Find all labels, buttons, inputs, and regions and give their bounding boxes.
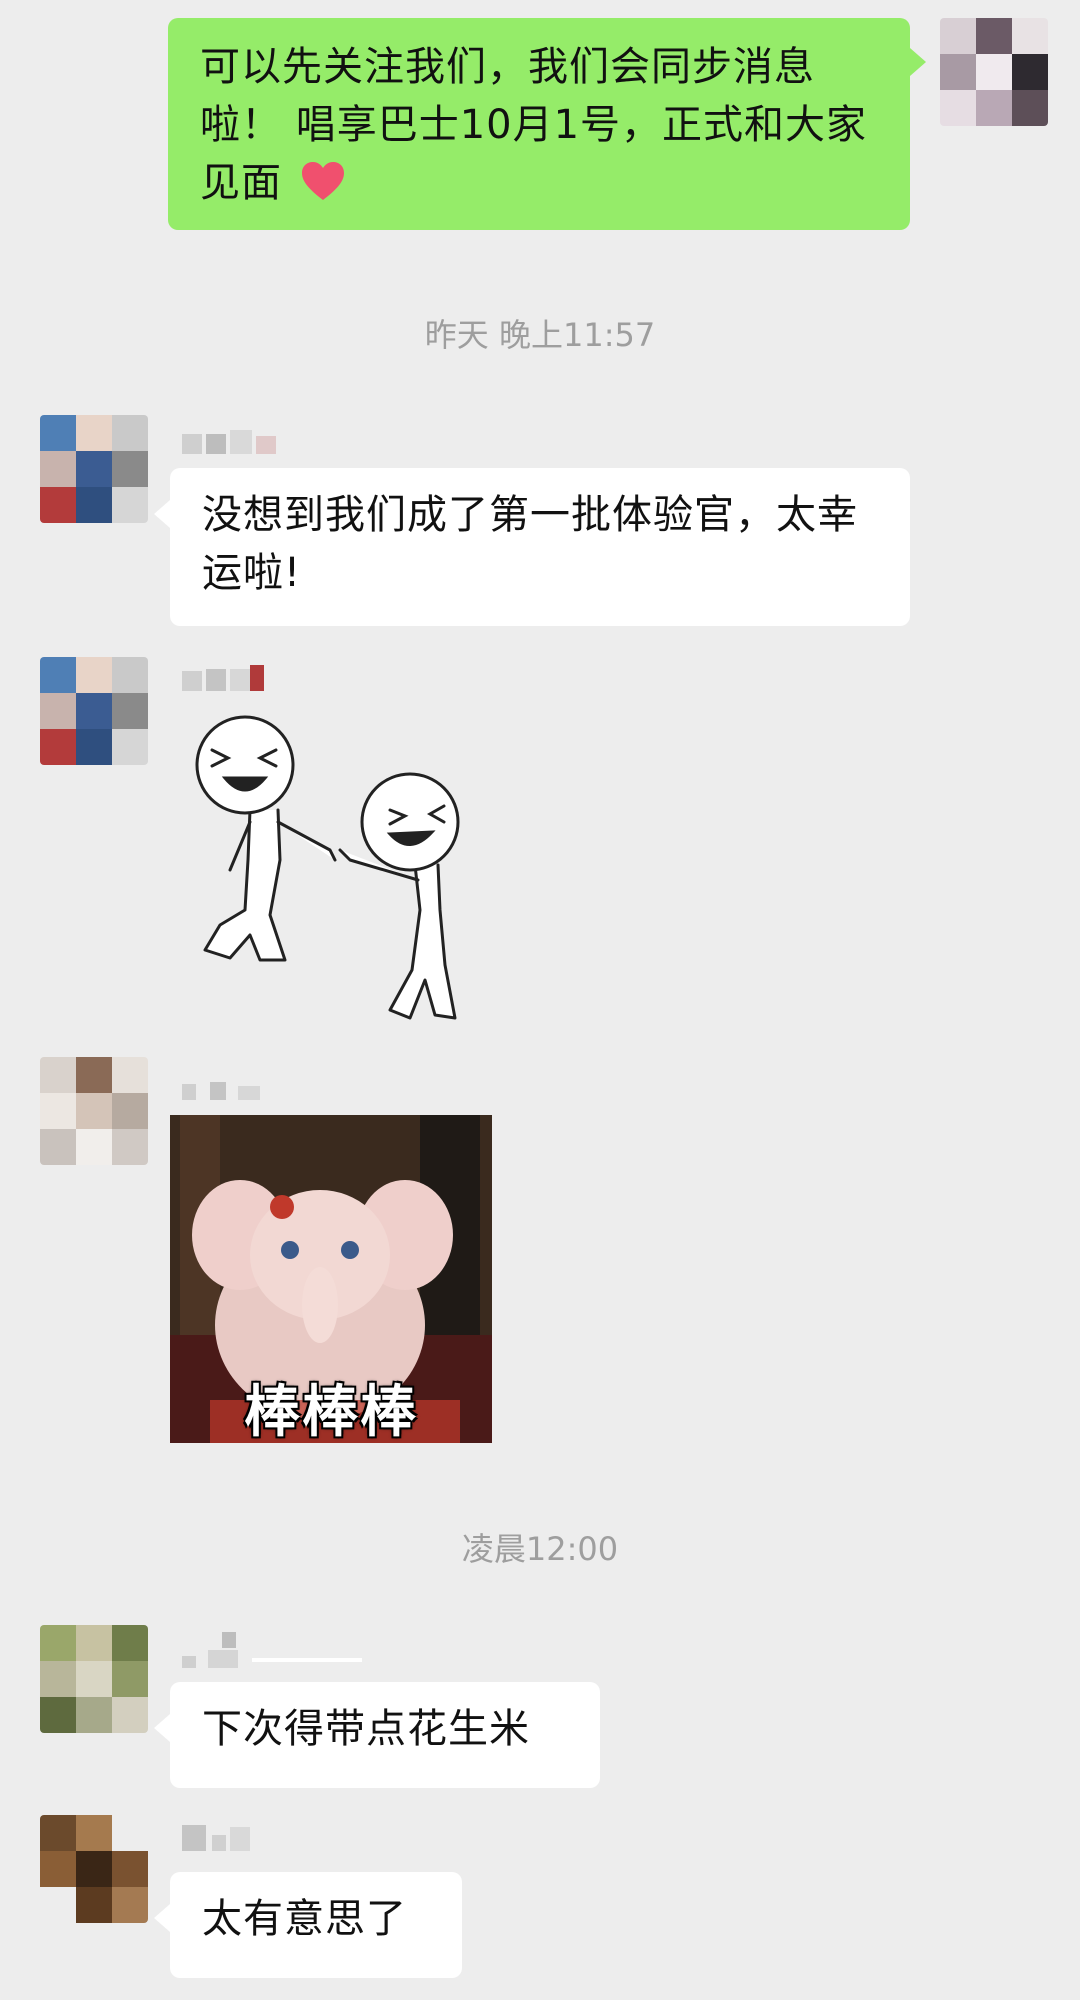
sender-name-blurred: [182, 430, 282, 456]
sender-name-blurred: [182, 665, 282, 691]
avatar-user-2[interactable]: [40, 1057, 148, 1165]
avatar-user-3[interactable]: [40, 1625, 148, 1733]
message-bubble[interactable]: 太有意思了: [170, 1872, 462, 1978]
dancing-stick-figures-sticker[interactable]: [190, 710, 480, 1040]
elephant-gif-sticker[interactable]: 棒棒棒: [170, 1115, 492, 1443]
bubble-tail: [910, 48, 926, 76]
bubble-tail: [154, 1714, 170, 1742]
sender-name-blurred: [182, 1080, 282, 1106]
bubble-tail: [154, 1904, 170, 1932]
message-bubble[interactable]: 下次得带点花生米: [170, 1682, 600, 1788]
message-bubble[interactable]: 没想到我们成了第一批体验官，太幸运啦!: [170, 468, 910, 626]
message-text: 没想到我们成了第一批体验官，太幸运啦!: [202, 492, 858, 596]
sticker-caption: 棒棒棒: [244, 1380, 418, 1443]
avatar-self[interactable]: [940, 18, 1048, 126]
avatar-user-4[interactable]: [40, 1815, 148, 1923]
timestamp: 凌晨12:00: [461, 1530, 619, 1568]
message-text: 下次得带点花生米: [202, 1706, 530, 1752]
heart-icon: [300, 160, 346, 202]
message-text: 太有意思了: [202, 1896, 407, 1942]
timestamp: 昨天 晚上11:57: [424, 316, 656, 354]
sender-name-blurred: [182, 1825, 262, 1851]
sender-name-blurred: [182, 1632, 362, 1668]
message-bubble-self[interactable]: 可以先关注我们，我们会同步消息啦！ 唱享巴士10月1号，正式和大家见面: [168, 18, 910, 230]
avatar-user-1[interactable]: [40, 415, 148, 523]
avatar-user-1[interactable]: [40, 657, 148, 765]
bubble-tail: [154, 500, 170, 528]
